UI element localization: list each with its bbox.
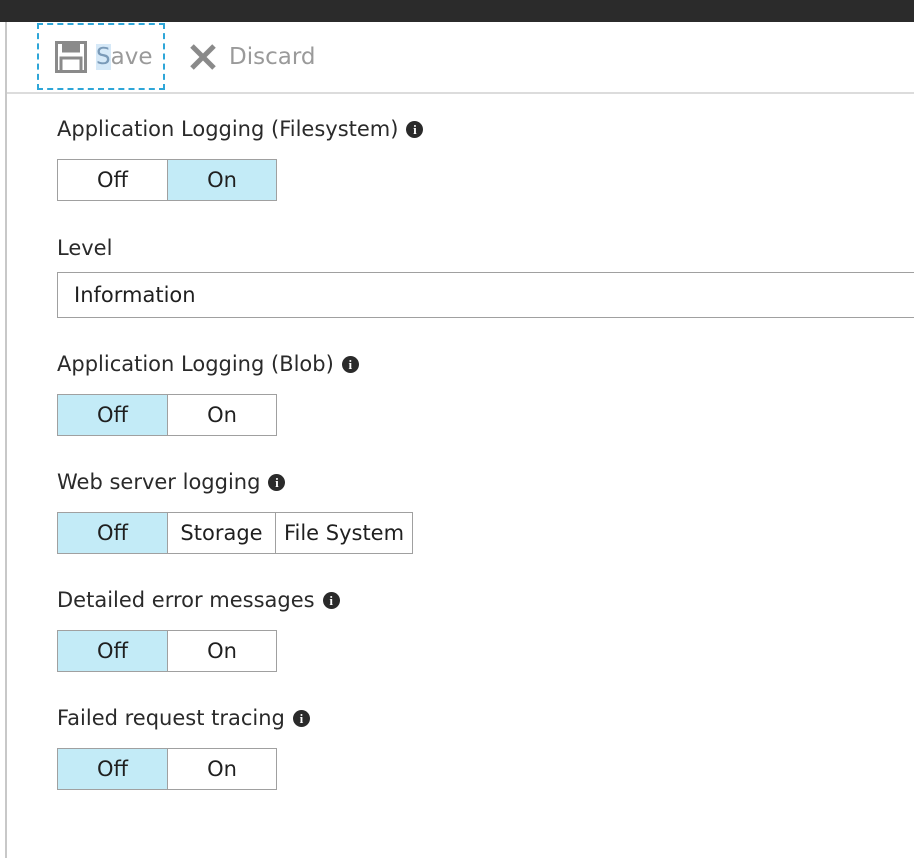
option-on[interactable]: On: [168, 749, 276, 789]
command-bar: Save Discard: [7, 22, 914, 94]
option-on[interactable]: On: [168, 395, 276, 435]
detailed-error-messages-label: Detailed error messages i: [57, 588, 340, 612]
option-on[interactable]: On: [168, 160, 276, 200]
app-logging-blob-label: Application Logging (Blob) i: [57, 352, 359, 376]
option-storage[interactable]: Storage: [168, 513, 276, 553]
info-icon[interactable]: i: [322, 591, 340, 609]
app-logging-filesystem-toggle: Off On: [57, 159, 277, 201]
web-server-logging-toggle: Off Storage File System: [57, 512, 413, 554]
info-icon[interactable]: i: [268, 473, 286, 491]
discard-label: Discard: [229, 44, 316, 70]
blade-left-border: [0, 22, 7, 858]
info-icon[interactable]: i: [292, 709, 310, 727]
discard-button[interactable]: Discard: [189, 22, 315, 92]
failed-request-tracing-label: Failed request tracing i: [57, 706, 310, 730]
app-logging-filesystem-label: Application Logging (Filesystem) i: [57, 117, 424, 141]
option-off[interactable]: Off: [58, 513, 168, 553]
info-icon[interactable]: i: [406, 120, 424, 138]
save-button[interactable]: Save: [37, 23, 165, 90]
option-on[interactable]: On: [168, 631, 276, 671]
detailed-error-messages-toggle: Off On: [57, 630, 277, 672]
option-file-system[interactable]: File System: [276, 513, 412, 553]
save-label: Save: [96, 43, 153, 70]
save-icon: [55, 40, 87, 73]
option-off[interactable]: Off: [58, 631, 168, 671]
failed-request-tracing-toggle: Off On: [57, 748, 277, 790]
option-off[interactable]: Off: [58, 395, 168, 435]
option-off[interactable]: Off: [58, 749, 168, 789]
app-logging-blob-toggle: Off On: [57, 394, 277, 436]
level-selected-value: Information: [74, 283, 196, 307]
info-icon[interactable]: i: [341, 355, 359, 373]
option-off[interactable]: Off: [58, 160, 168, 200]
web-server-logging-label: Web server logging i: [57, 470, 286, 494]
window-top-bar: [0, 0, 914, 22]
close-icon: [189, 43, 217, 71]
level-dropdown[interactable]: Information: [57, 272, 914, 318]
level-label: Level: [57, 236, 113, 260]
